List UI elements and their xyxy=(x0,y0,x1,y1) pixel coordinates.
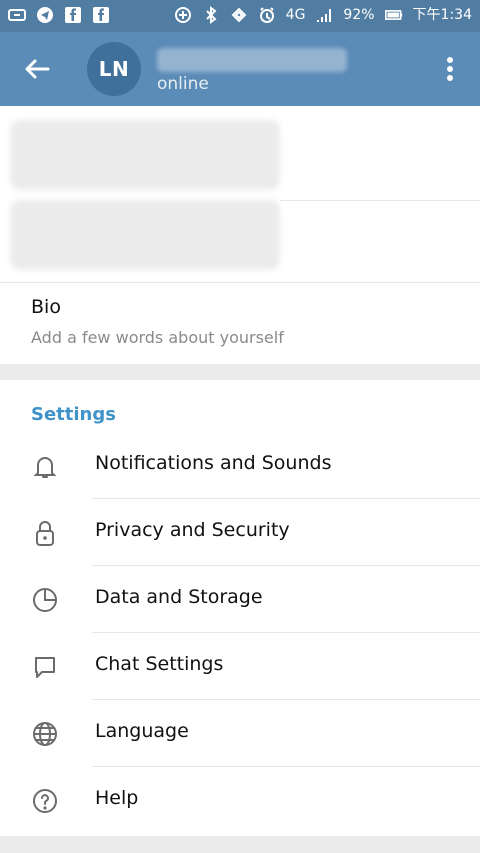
chat-bubble-icon xyxy=(30,652,60,682)
battery-percent: 92% xyxy=(343,7,375,23)
settings-item-help[interactable]: Help xyxy=(0,767,480,834)
globe-icon xyxy=(30,719,60,749)
blurred-username xyxy=(10,200,280,270)
avatar-initials: LN xyxy=(98,57,130,81)
avatar[interactable]: LN xyxy=(87,42,141,96)
settings-section-title: Settings xyxy=(31,404,116,425)
network-type: 4G xyxy=(285,7,306,23)
settings-item-label: Data and Storage xyxy=(95,586,263,608)
plus-circle-icon xyxy=(174,6,192,24)
arrow-left-icon xyxy=(25,59,50,79)
status-right-icons: 4G 92% 下午1:34 xyxy=(174,6,472,24)
settings-item-language[interactable]: Language xyxy=(0,700,480,767)
battery-icon xyxy=(384,6,403,24)
settings-item-label: Notifications and Sounds xyxy=(95,452,332,474)
bio-title: Bio xyxy=(31,296,61,318)
settings-item-chat-settings[interactable]: Chat Settings xyxy=(0,633,480,700)
profile-app-bar: LN online xyxy=(0,32,480,106)
bluetooth-icon xyxy=(202,6,220,24)
more-options-button[interactable] xyxy=(440,52,460,86)
settings-item-data-storage[interactable]: Data and Storage xyxy=(0,566,480,633)
divider xyxy=(280,200,480,201)
settings-item-label: Language xyxy=(95,720,189,742)
alarm-icon xyxy=(258,6,276,24)
nfc-icon xyxy=(230,6,248,24)
settings-item-label: Help xyxy=(95,787,139,809)
facebook-icon xyxy=(92,6,110,24)
help-circle-icon xyxy=(30,786,60,816)
more-vert-icon xyxy=(447,57,453,81)
pie-chart-icon xyxy=(30,585,60,615)
bio-hint: Add a few words about yourself xyxy=(31,328,284,347)
bell-icon xyxy=(30,451,60,481)
signal-icon xyxy=(315,6,333,24)
settings-item-notifications[interactable]: Notifications and Sounds xyxy=(0,432,480,499)
back-button[interactable] xyxy=(20,54,54,84)
bottom-section-gap xyxy=(0,836,480,853)
clock: 下午1:34 xyxy=(412,7,472,23)
blurred-profile-name xyxy=(157,48,347,72)
status-bar: 4G 92% 下午1:34 xyxy=(0,0,480,32)
settings-item-privacy[interactable]: Privacy and Security xyxy=(0,499,480,566)
section-divider xyxy=(0,364,480,380)
presence-status: online xyxy=(157,74,209,94)
facebook-icon xyxy=(64,6,82,24)
sim-icon xyxy=(8,6,26,24)
send-icon xyxy=(36,6,54,24)
settings-item-label: Privacy and Security xyxy=(95,519,290,541)
settings-item-label: Chat Settings xyxy=(95,653,224,675)
blurred-phone-number xyxy=(10,120,280,190)
lock-icon xyxy=(30,518,60,548)
divider xyxy=(0,282,480,283)
status-left-icons xyxy=(8,6,110,24)
